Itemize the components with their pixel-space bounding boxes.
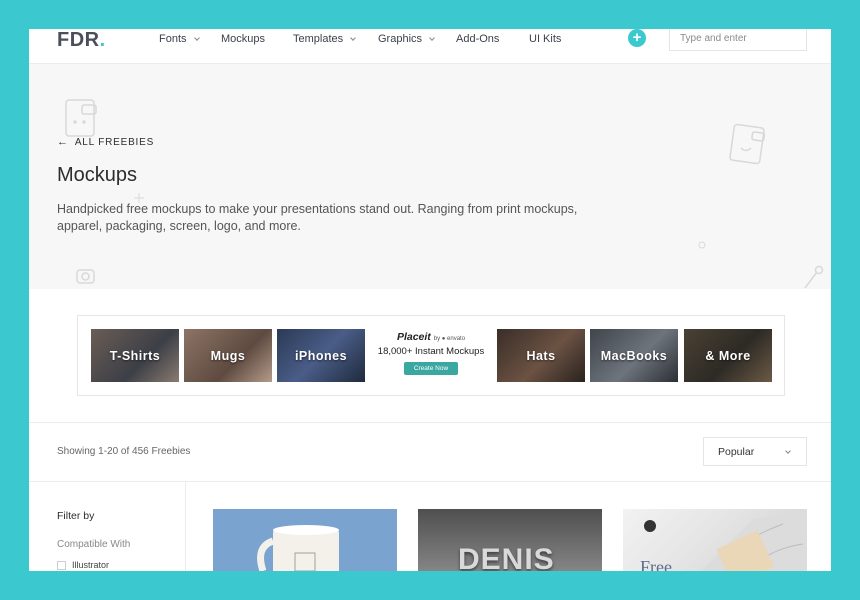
camera-doodle-icon [76, 269, 95, 284]
filter-option-illustrator[interactable]: Illustrator [57, 560, 109, 570]
page-description: Handpicked free mockups to make your pre… [57, 202, 578, 233]
site-header: FDR. Fonts Mockups Templates Graphics Ad… [29, 29, 831, 64]
nav-ui-kits[interactable]: UI Kits [529, 33, 561, 45]
nav-mockups[interactable]: Mockups [221, 33, 265, 45]
filter-title: Filter by [57, 510, 95, 522]
filter-compatible-label: Compatible With [57, 539, 131, 550]
browser-page: FDR. Fonts Mockups Templates Graphics Ad… [29, 29, 831, 571]
tile-more[interactable]: & More [684, 329, 772, 382]
arrow-left-icon: ← [57, 136, 69, 148]
placeit-banner[interactable]: T-Shirts Mugs iPhones Placeit by ● envat… [77, 315, 785, 396]
placeit-promo: Placeit by ● envato 18,000+ Instant Mock… [366, 329, 496, 382]
freebie-card[interactable] [213, 509, 397, 571]
brush-doodle-icon [804, 265, 824, 289]
checkbox[interactable] [57, 560, 66, 570]
sort-select[interactable]: Popular [703, 437, 807, 466]
divider [29, 481, 831, 482]
chevron-down-icon [193, 34, 200, 41]
card-title: Free [640, 557, 672, 571]
tile-hats[interactable]: Hats [497, 329, 585, 382]
placeit-count: 18,000+ Instant Mockups [377, 346, 485, 357]
tile-t-shirts[interactable]: T-Shirts [91, 329, 179, 382]
circle-doodle-icon [698, 241, 706, 249]
chevron-down-icon [350, 34, 356, 41]
tile-mugs[interactable]: Mugs [184, 329, 272, 382]
freebie-card[interactable]: Free [623, 509, 807, 571]
nav-graphics[interactable]: Graphics [378, 33, 435, 45]
back-to-freebies-link[interactable]: ← ALL FREEBIES [57, 136, 154, 148]
tile-iphones[interactable]: iPhones [277, 329, 365, 382]
chevron-down-icon [785, 448, 791, 454]
mug-mockup-thumbnail [213, 509, 397, 571]
placeit-logo: Placeit [396, 331, 431, 343]
results-count: Showing 1-20 of 456 Freebies [57, 446, 191, 457]
hero-section: ← ALL FREEBIES Mockups Handpicked free m… [29, 64, 831, 289]
add-icon[interactable]: + [628, 29, 646, 47]
nav-fonts[interactable]: Fonts [159, 33, 200, 45]
divider [29, 422, 831, 423]
nav-templates[interactable]: Templates [293, 33, 356, 45]
create-now-button[interactable]: Create Now [403, 362, 459, 375]
nav-add-ons[interactable]: Add-Ons [456, 33, 499, 45]
page-title: Mockups [57, 164, 138, 186]
card-title: DENIS [458, 543, 555, 571]
paper-doodle-icon [729, 123, 766, 165]
tile-macbooks[interactable]: MacBooks [590, 329, 678, 382]
site-logo[interactable]: FDR. [57, 29, 106, 52]
chevron-down-icon [429, 34, 435, 41]
freebie-card[interactable]: DENIS [418, 509, 602, 571]
search-input[interactable]: Type and enter [669, 29, 807, 51]
filter-sidebar-border [185, 481, 186, 571]
